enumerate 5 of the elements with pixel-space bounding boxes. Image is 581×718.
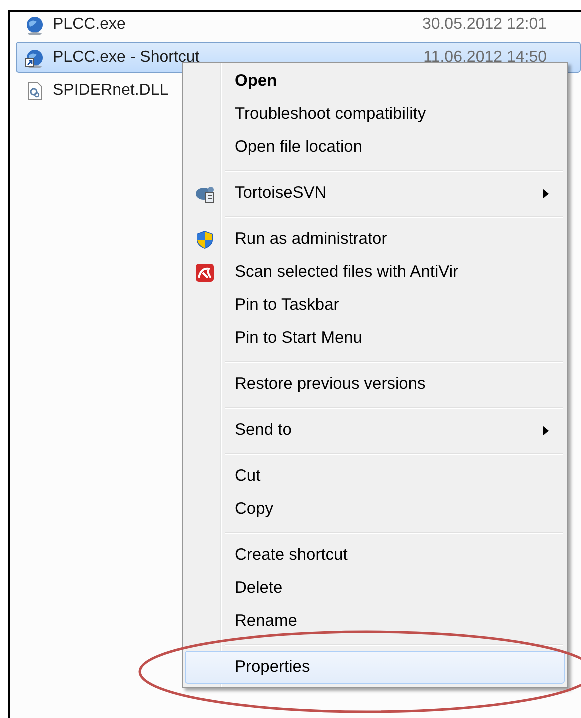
file-name: SPIDERnet.DLL — [53, 82, 169, 100]
file-date: 30.05.2012 12:01 — [422, 16, 547, 34]
file-name: PLCC.exe — [53, 16, 126, 34]
file-name: PLCC.exe - Shortcut — [53, 48, 200, 66]
file-date: 11.06.2012 14:50 — [424, 48, 547, 66]
